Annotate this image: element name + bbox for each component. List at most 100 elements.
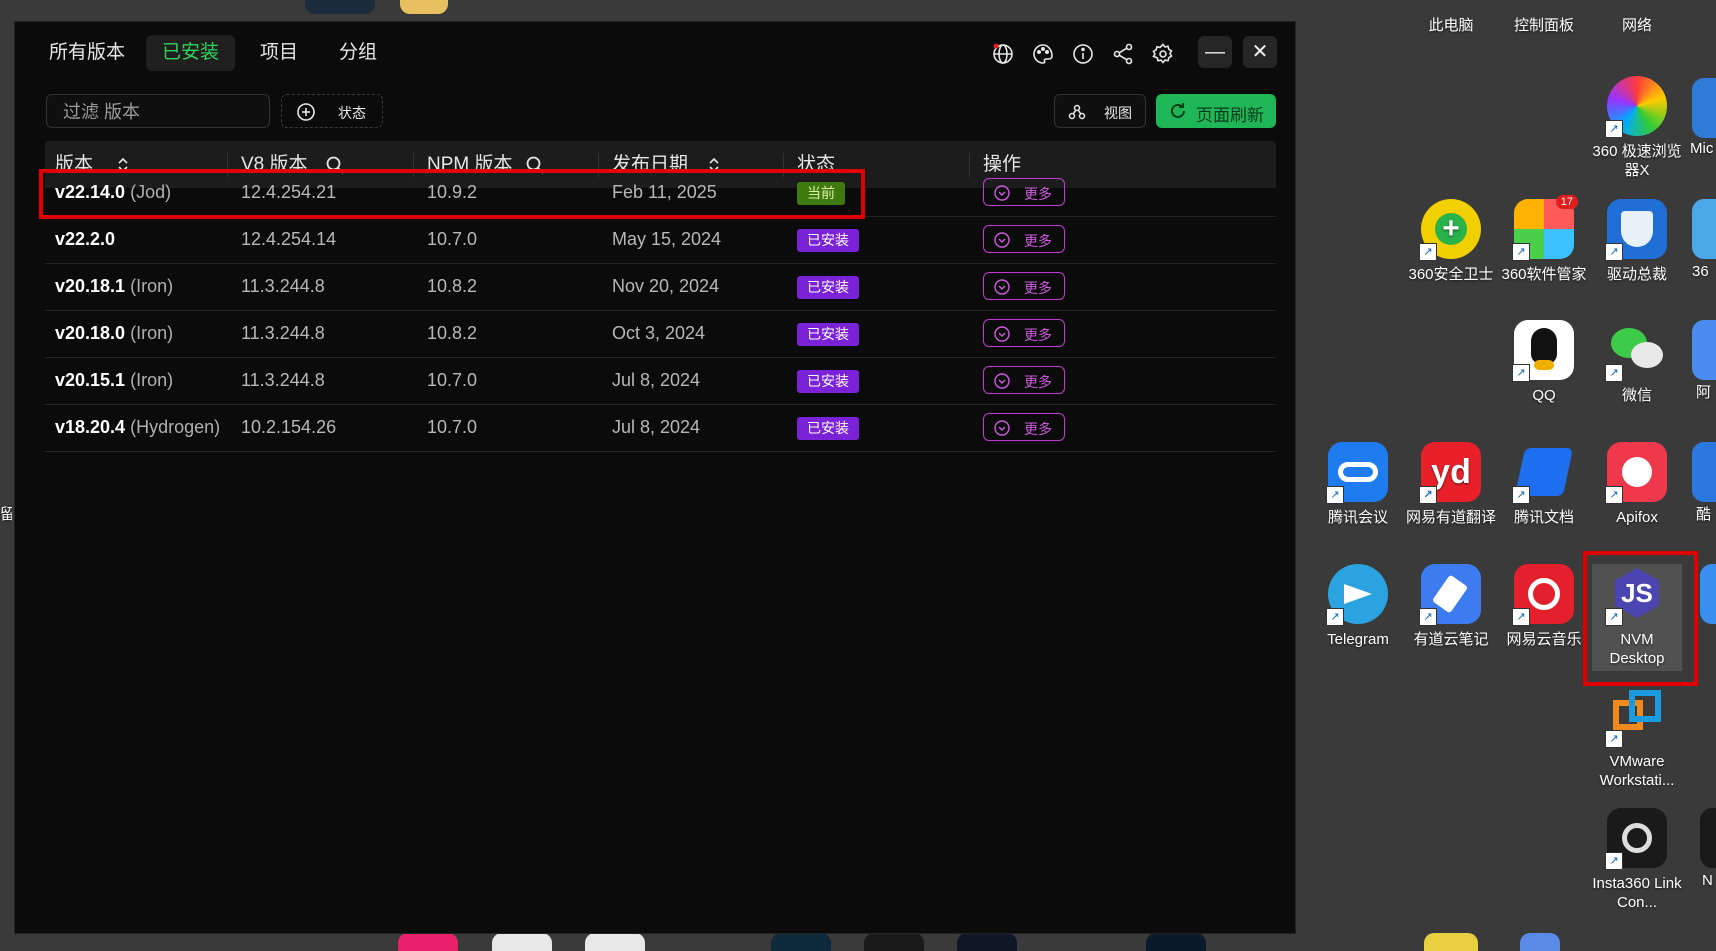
desktop-icon-youdao-note[interactable]: ↗ 有道云笔记	[1406, 564, 1496, 649]
desktop-icon-label: VMware Workstati...	[1599, 753, 1675, 789]
desktop-icon-360-safe[interactable]: + ↗ 360安全卫士	[1406, 199, 1496, 284]
partial-app-icon[interactable]	[771, 933, 831, 951]
desktop-icon-control-panel[interactable]: 控制面板	[1499, 0, 1589, 35]
close-button[interactable]: ✕	[1243, 36, 1277, 68]
partial-app-icon[interactable]	[864, 933, 924, 951]
desktop-icon-label: 360软件管家	[1501, 266, 1587, 283]
more-button-label: 更多	[1024, 421, 1052, 437]
desktop-icon-wechat[interactable]: ↗ 微信	[1592, 320, 1682, 405]
partial-app-icon[interactable]	[1700, 808, 1716, 868]
desktop-icon-label: 有道云笔记	[1413, 631, 1489, 648]
more-button[interactable]: 更多	[983, 225, 1065, 253]
desktop-icon-label: Telegram	[1327, 631, 1389, 648]
more-button[interactable]: 更多	[983, 272, 1065, 300]
filter-input[interactable]: 过滤 版本	[46, 94, 270, 128]
settings-icon[interactable]	[1151, 42, 1175, 66]
desktop-icon-netease-music[interactable]: ↗ 网易云音乐	[1499, 564, 1589, 649]
palette-icon[interactable]	[1031, 42, 1055, 66]
desktop-icon-360-browser[interactable]: ↗ 360 极速浏览器X	[1592, 76, 1682, 180]
desktop-icon-insta360[interactable]: ↗ Insta360 Link Con...	[1592, 808, 1682, 912]
chevron-down-circle-icon	[994, 373, 1010, 389]
partial-app-icon[interactable]	[957, 933, 1017, 951]
table-row[interactable]: v20.18.0 (Iron) 11.3.244.8 10.8.2 Oct 3,…	[45, 310, 1276, 358]
more-button[interactable]: 更多	[983, 319, 1065, 347]
desktop-icon-vmware[interactable]: ↗ VMware Workstati...	[1592, 686, 1682, 790]
tencent-docs-icon: ↗	[1512, 442, 1574, 504]
table-row[interactable]: v20.15.1 (Iron) 11.3.244.8 10.7.0 Jul 8,…	[45, 357, 1276, 405]
desktop-icon-label: N	[1702, 872, 1713, 889]
desktop-icon-apifox[interactable]: ↗ Apifox	[1592, 442, 1682, 527]
table-row[interactable]: v22.2.0 12.4.254.14 10.7.0 May 15, 2024 …	[45, 216, 1276, 264]
partial-app-icon[interactable]	[305, 0, 375, 14]
desktop-icon-label: 阿	[1696, 384, 1712, 401]
status-filter-button[interactable]: 状态	[281, 94, 383, 128]
partial-folder-icon[interactable]	[400, 0, 448, 14]
release-date-cell: Jul 8, 2024	[612, 370, 701, 390]
desktop-icon-telegram[interactable]: ↗ Telegram	[1313, 564, 1403, 649]
360-safe-icon: + ↗	[1419, 199, 1481, 261]
version-codename: (Iron)	[130, 323, 174, 343]
partial-app-icon[interactable]	[398, 933, 458, 951]
status-badge: 已安装	[797, 370, 859, 393]
chevron-down-circle-icon	[994, 232, 1010, 248]
partial-app-icon[interactable]	[585, 933, 645, 951]
desktop-icon-driver-master[interactable]: ↗ 驱动总裁	[1592, 199, 1682, 284]
table-row[interactable]: v20.18.1 (Iron) 11.3.244.8 10.8.2 Nov 20…	[45, 263, 1276, 311]
desktop-icon-qq[interactable]: ↗ QQ	[1499, 320, 1589, 405]
partial-app-icon[interactable]	[1692, 78, 1716, 138]
desktop-icon-youdao-translate[interactable]: yd ↗ 网易有道翻译	[1406, 442, 1496, 527]
status-filter-label: 状态	[338, 105, 366, 121]
partial-app-icon[interactable]	[1146, 933, 1206, 951]
desktop-icon-label: 控制面板	[1513, 17, 1574, 34]
version-number: v22.2.0	[55, 229, 116, 249]
version-cell: v22.2.0	[55, 216, 115, 263]
desktop-icon-this-pc[interactable]: 此电脑	[1406, 0, 1496, 35]
desktop-icon-tencent-docs[interactable]: ↗ 腾讯文档	[1499, 442, 1589, 527]
desktop-icon-tencent-meeting[interactable]: ↗ 腾讯会议	[1313, 442, 1403, 527]
minimize-button[interactable]: —	[1198, 36, 1232, 68]
shortcut-arrow-icon: ↗	[1605, 730, 1623, 748]
desktop-icon-label: 腾讯会议	[1327, 509, 1388, 526]
release-date-cell: Nov 20, 2024	[612, 276, 720, 296]
view-button[interactable]: 视图	[1054, 94, 1146, 128]
tab-installed[interactable]: 已安装	[146, 35, 236, 71]
desktop-partial-label: 36	[1692, 262, 1716, 281]
desktop-icon-label: 腾讯文档	[1513, 509, 1574, 526]
translate-icon[interactable]	[991, 42, 1015, 66]
title-bar: 所有版本 已安装 项目 分组 — ✕	[15, 22, 1295, 82]
release-date-cell: Oct 3, 2024	[612, 323, 706, 343]
partial-app-icon[interactable]	[492, 933, 552, 951]
shortcut-arrow-icon: ↗	[1605, 852, 1623, 870]
youdao-translate-icon: yd ↗	[1419, 442, 1481, 504]
more-button[interactable]: 更多	[983, 178, 1065, 206]
desktop-icon-label: 360 极速浏览器X	[1592, 143, 1682, 179]
npm-version-cell: 10.7.0	[427, 417, 478, 437]
partial-app-icon[interactable]	[1700, 564, 1716, 624]
partial-app-icon[interactable]	[1520, 933, 1560, 951]
vmware-icon: ↗	[1605, 686, 1667, 748]
nvm-desktop-highlight	[1583, 551, 1698, 686]
more-button[interactable]: 更多	[983, 366, 1065, 394]
share-icon[interactable]	[1111, 42, 1135, 66]
shortcut-arrow-icon: ↗	[1605, 243, 1623, 261]
v8-version-cell: 10.2.154.26	[241, 417, 337, 437]
partial-app-icon[interactable]	[1692, 199, 1716, 259]
release-date-cell: May 15, 2024	[612, 229, 722, 249]
v8-version-cell: 12.4.254.14	[241, 229, 337, 249]
partial-app-icon[interactable]	[1424, 933, 1478, 951]
refresh-button[interactable]: 页面刷新	[1156, 94, 1276, 128]
desktop-icon-label: QQ	[1532, 387, 1556, 404]
chevron-down-circle-icon	[994, 185, 1010, 201]
tab-all-versions[interactable]: 所有版本	[33, 35, 141, 71]
table-row[interactable]: v18.20.4 (Hydrogen) 10.2.154.26 10.7.0 J…	[45, 404, 1276, 452]
partial-app-icon[interactable]	[1692, 320, 1716, 380]
tab-groups[interactable]: 分组	[323, 35, 393, 71]
desktop-icon-network[interactable]: 网络	[1592, 0, 1682, 35]
info-icon[interactable]	[1071, 42, 1095, 66]
version-cell: v20.18.1 (Iron)	[55, 263, 173, 310]
tab-projects[interactable]: 项目	[244, 35, 314, 71]
partial-app-icon[interactable]	[1692, 442, 1716, 502]
desktop-icon-360-software-manager[interactable]: 17 ↗ 360软件管家	[1499, 195, 1589, 284]
more-button[interactable]: 更多	[983, 413, 1065, 441]
more-button-label: 更多	[1024, 233, 1052, 249]
